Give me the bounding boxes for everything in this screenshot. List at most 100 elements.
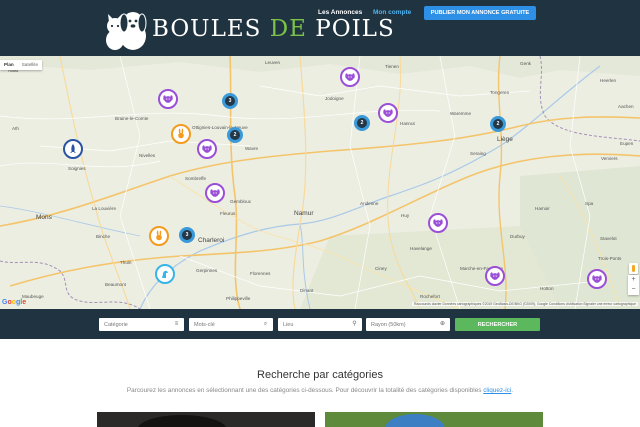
dog-face-icon bbox=[202, 145, 212, 153]
place-louviere: La Louvière bbox=[92, 206, 117, 211]
place-leuven: Leuven bbox=[265, 60, 281, 65]
cluster-marker[interactable]: 2 bbox=[354, 115, 370, 131]
horse-icon bbox=[162, 270, 168, 278]
listings-map[interactable]: Namur Liège Mons Charleroi Verviers Wavr… bbox=[0, 56, 640, 309]
place-gerpinnes: Gerpinnes bbox=[196, 268, 218, 273]
place-liege: Liège bbox=[497, 136, 513, 143]
dog-face-icon bbox=[433, 219, 443, 227]
place-ath: Ath bbox=[12, 126, 19, 131]
place-tongeren: Tongeren bbox=[490, 90, 510, 95]
place-stavelot: Stavelot bbox=[600, 236, 617, 241]
rocket-icon bbox=[70, 144, 76, 153]
google-logo[interactable]: Google bbox=[2, 299, 26, 306]
radius-placeholder: Rayon (50km) bbox=[371, 321, 406, 328]
tab-plan[interactable]: Plan bbox=[0, 60, 18, 70]
keywords-input[interactable]: Mots-clé ⌕ bbox=[189, 318, 273, 331]
place-heerlen: Heerlen bbox=[600, 78, 617, 83]
dog-marker[interactable] bbox=[378, 103, 398, 123]
dog-face-icon bbox=[592, 275, 602, 283]
place-spa: Spa bbox=[585, 201, 594, 206]
place-andenne: Andenne bbox=[360, 201, 379, 206]
place-verviers: Verviers bbox=[601, 156, 618, 161]
dog-face-icon bbox=[383, 109, 393, 117]
category-card-birds[interactable] bbox=[325, 412, 543, 427]
location-placeholder: Lieu bbox=[283, 321, 294, 328]
cluster-marker[interactable]: 2 bbox=[227, 127, 243, 143]
street-view-pegman-icon[interactable] bbox=[629, 263, 638, 274]
crosshair-icon: ⊕ bbox=[439, 321, 446, 327]
zoom-control: + − bbox=[628, 275, 639, 295]
category-card-dogs[interactable] bbox=[97, 412, 315, 427]
dog-marker[interactable] bbox=[485, 266, 505, 286]
place-trois-ponts: Trois-Ponts bbox=[598, 256, 622, 261]
horse-marker[interactable] bbox=[155, 264, 175, 284]
place-rochefort: Rochefort bbox=[420, 294, 440, 299]
place-braine: Braine-le-Comte bbox=[115, 116, 149, 121]
map-marker-icon: ⚲ bbox=[352, 321, 357, 327]
dog-marker[interactable] bbox=[587, 269, 607, 289]
cluster-marker[interactable]: 3 bbox=[179, 227, 195, 243]
place-binche: Binche bbox=[96, 234, 111, 239]
radius-select[interactable]: Rayon (50km) ⊕ bbox=[366, 318, 450, 331]
dog-marker[interactable] bbox=[340, 67, 360, 87]
publish-ad-button[interactable]: PUBLIER MON ANNONCE GRATUITE bbox=[424, 6, 536, 20]
place-waremme: Waremme bbox=[450, 111, 472, 116]
dog-marker[interactable] bbox=[205, 183, 225, 203]
location-input[interactable]: Lieu ⚲ bbox=[278, 318, 362, 331]
place-aachen: Aachen bbox=[618, 104, 634, 109]
categories-description: Parcourez les annonces en sélectionnant … bbox=[126, 387, 514, 394]
dog-marker[interactable] bbox=[197, 139, 217, 159]
nav-les-annonces[interactable]: Les Annonces bbox=[318, 9, 362, 16]
tab-satellite[interactable]: Satellite bbox=[18, 60, 42, 70]
nav-mon-compte[interactable]: Mon compte bbox=[373, 9, 411, 16]
place-beaumont: Beaumont bbox=[105, 282, 126, 287]
site-header: BOULES DE POILS Les Annonces Mon compte … bbox=[0, 0, 640, 56]
place-durbuy: Durbuy bbox=[510, 234, 525, 239]
place-gembloux: Gembloux bbox=[230, 199, 251, 204]
place-havelange: Havelange bbox=[410, 246, 432, 251]
place-eupen: Eupen bbox=[620, 141, 634, 146]
dog-marker[interactable] bbox=[428, 213, 448, 233]
dog-face-icon bbox=[163, 95, 173, 103]
place-ciney: Ciney bbox=[375, 266, 387, 271]
place-philippeville: Philippeville bbox=[226, 296, 251, 301]
place-florennes: Florennes bbox=[250, 271, 271, 276]
map-base bbox=[0, 56, 640, 309]
place-nivelles: Nivelles bbox=[139, 153, 156, 158]
site-logo[interactable]: BOULES DE POILS bbox=[100, 6, 394, 50]
place-huy: Huy bbox=[401, 213, 410, 218]
zoom-in-button[interactable]: + bbox=[628, 275, 639, 285]
place-mons: Mons bbox=[36, 214, 52, 221]
search-button[interactable]: RECHERCHER bbox=[455, 318, 540, 331]
rabbit-icon bbox=[178, 128, 184, 139]
cluster-marker[interactable]: 3 bbox=[222, 93, 238, 109]
place-namur: Namur bbox=[294, 210, 314, 217]
place-seraing: Seraing bbox=[470, 151, 486, 156]
search-icon: ⌕ bbox=[263, 321, 268, 327]
place-sombreffe: Sombreffe bbox=[185, 176, 207, 181]
place-fleurus: Fleurus bbox=[220, 211, 236, 216]
place-tienen: Tienen bbox=[385, 64, 399, 69]
place-dinant: Dinant bbox=[300, 288, 314, 293]
category-select[interactable]: Catégorie ≡ bbox=[99, 318, 184, 331]
category-placeholder: Catégorie bbox=[104, 321, 128, 328]
place-hannut: Hannut bbox=[400, 121, 415, 126]
dog-marker[interactable] bbox=[158, 89, 178, 109]
list-icon: ≡ bbox=[174, 321, 179, 327]
categories-title: Recherche par catégories bbox=[257, 369, 383, 381]
cluster-marker[interactable]: 2 bbox=[490, 116, 506, 132]
rabbit-marker[interactable] bbox=[149, 226, 169, 246]
zoom-out-button[interactable]: − bbox=[628, 285, 639, 295]
place-hamoir: Hamoir bbox=[535, 206, 550, 211]
rabbit-marker[interactable] bbox=[171, 124, 191, 144]
rocket-marker[interactable] bbox=[63, 139, 83, 159]
dog-face-icon bbox=[210, 189, 220, 197]
map-type-tabs: Plan Satellite bbox=[0, 60, 43, 70]
place-thuin: Thuin bbox=[120, 260, 132, 265]
all-categories-link[interactable]: cliquez-ici bbox=[483, 387, 511, 394]
place-jodoigne: Jodoigne bbox=[325, 96, 344, 101]
place-genk: Genk bbox=[520, 61, 531, 66]
place-charleroi: Charleroi bbox=[198, 237, 225, 244]
map-attribution[interactable]: Raccourcis clavier Données cartographiqu… bbox=[412, 302, 639, 306]
logo-text: BOULES DE POILS bbox=[152, 16, 395, 42]
